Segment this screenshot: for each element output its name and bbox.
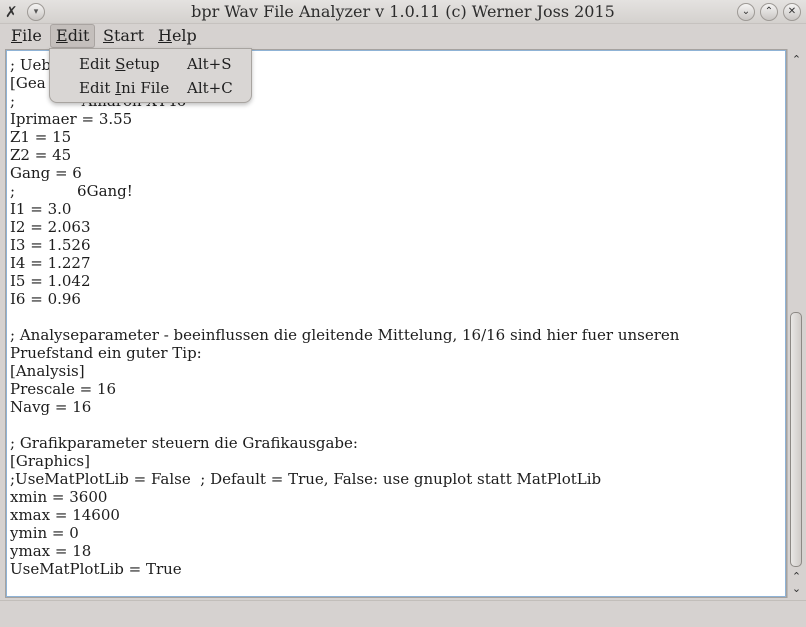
editor-line: I4 = 1.227 [10, 254, 91, 272]
maximize-button[interactable]: ⌃ [760, 3, 778, 21]
editor-line: Pruefstand ein guter Tip: [10, 344, 202, 362]
editor-line: I2 = 2.063 [10, 218, 91, 236]
editor-line: xmax = 14600 [10, 506, 120, 524]
minimize-button[interactable]: ⌄ [737, 3, 755, 21]
menu-bar: File Edit Start Help [0, 24, 806, 48]
ini-text-editor[interactable]: ; Ueb n:[Gea; Amaron XT46Iprimaer = 3.55… [5, 49, 787, 598]
editor-line: ; Analyseparameter - beeinflussen die gl… [10, 326, 680, 344]
vertical-scrollbar[interactable]: ⌃ ⌃ ⌄ [787, 49, 804, 598]
editor-line: Iprimaer = 3.55 [10, 110, 133, 128]
chevron-up-icon: ⌃ [764, 6, 774, 17]
arrow-up-icon[interactable]: ⌃ [790, 53, 803, 67]
chevron-down-icon: ⌄ [741, 6, 751, 17]
menu-item-shortcut: Alt+C [187, 79, 233, 97]
menu-start[interactable]: Start [98, 25, 149, 47]
editor-text: ; Ueb n:[Gea; Amaron XT46Iprimaer = 3.55… [10, 56, 780, 578]
editor-line: I1 = 3.0 [10, 200, 72, 218]
editor-line: Z1 = 15 [10, 128, 72, 146]
status-bar [0, 600, 806, 627]
menu-item-edit-setup[interactable]: Edit Setup Alt+S [50, 52, 253, 76]
scrollbar-thumb[interactable] [790, 312, 802, 567]
menu-item-shortcut: Alt+S [187, 55, 232, 73]
editor-line: I5 = 1.042 [10, 272, 91, 290]
editor-line: Z2 = 45 [10, 146, 72, 164]
editor-line: ; 6Gang! [10, 182, 133, 200]
editor-line: ymin = 0 [10, 524, 79, 542]
close-icon: ✕ [787, 6, 797, 17]
arrow-down-icon[interactable]: ⌄ [790, 583, 803, 595]
editor-line: xmin = 3600 [10, 488, 108, 506]
menu-item-label: Edit Ini File [79, 79, 170, 97]
editor-line: [Analysis] [10, 362, 85, 380]
editor-line: ;UseMatPlotLib = False ; Default = True,… [10, 470, 602, 488]
window-title: bpr Wav File Analyzer v 1.0.11 (c) Werne… [191, 2, 615, 21]
close-button[interactable]: ✕ [783, 3, 801, 21]
menu-help[interactable]: Help [153, 25, 202, 47]
editor-line: Prescale = 16 [10, 380, 117, 398]
editor-line: I6 = 0.96 [10, 290, 81, 308]
menu-item-label: Edit Setup [79, 55, 160, 73]
editor-line: Gang = 6 [10, 164, 82, 182]
editor-line: Navg = 16 [10, 398, 92, 416]
menu-edit[interactable]: Edit [50, 24, 96, 48]
editor-line: I3 = 1.526 [10, 236, 91, 254]
editor-line: ymax = 18 [10, 542, 92, 560]
menu-item-edit-ini-file[interactable]: Edit Ini File Alt+C [50, 76, 253, 100]
editor-line: [Graphics] [10, 452, 90, 470]
editor-line: UseMatPlotLib = True [10, 560, 182, 578]
title-bar: ✗ ▾ bpr Wav File Analyzer v 1.0.11 (c) W… [0, 0, 806, 24]
menu-file[interactable]: File [6, 25, 47, 47]
edit-menu-dropdown: Edit Setup Alt+S Edit Ini File Alt+C [49, 48, 252, 103]
editor-line: ; Grafikparameter steuern die Grafikausg… [10, 434, 358, 452]
